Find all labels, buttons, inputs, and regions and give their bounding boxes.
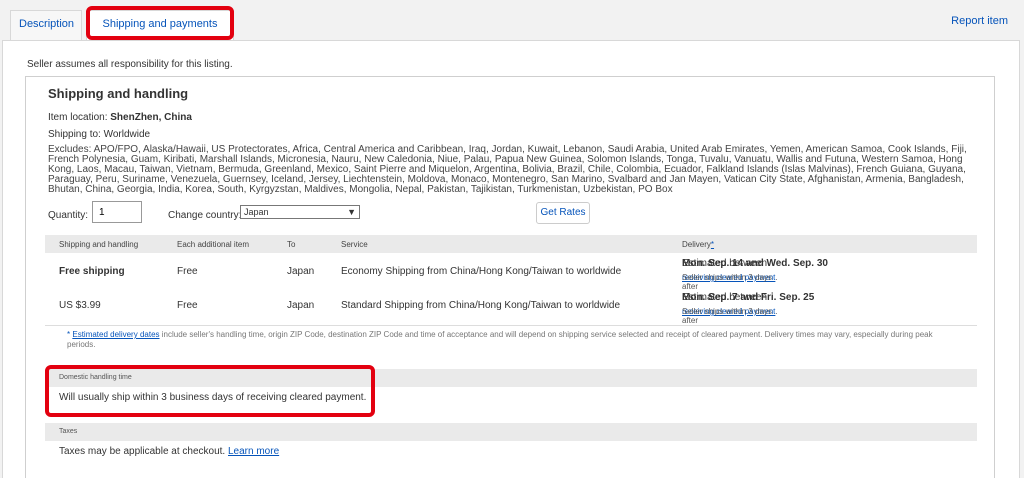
item-location: Item location: ShenZhen, China — [48, 112, 192, 123]
row-to: Japan — [287, 300, 315, 311]
taxes-text: Taxes may be applicable at checkout. Lea… — [45, 441, 977, 461]
shipping-handling-box: Shipping and handling Item location: She… — [25, 76, 995, 478]
header-delivery: Delivery* — [682, 240, 714, 249]
delivery-prefix: Estimated between — [682, 292, 768, 303]
delivery-prefix: Estimated between — [682, 258, 768, 269]
item-location-value: ShenZhen, China — [110, 112, 192, 123]
header-to: To — [287, 240, 296, 249]
note-suffix: . — [775, 273, 778, 282]
taxes-header: Taxes — [45, 423, 977, 441]
get-rates-button[interactable]: Get Rates — [536, 202, 590, 224]
country-select[interactable]: Japan ▼ — [240, 205, 360, 219]
tab-description[interactable]: Description — [10, 10, 82, 40]
header-service: Service — [341, 240, 368, 249]
footnote-text: include seller's handling time, origin Z… — [67, 330, 933, 349]
highlight-box — [86, 6, 234, 40]
delivery-info-link[interactable]: * — [711, 240, 714, 249]
note-prefix: Seller ships within 3 days after — [682, 307, 772, 325]
ship-to: Shipping to: Worldwide — [48, 129, 151, 140]
item-location-label: Item location: — [48, 112, 108, 123]
report-item-link[interactable]: Report item — [951, 15, 1008, 27]
taxes-section: Taxes Taxes may be applicable at checkou… — [45, 423, 977, 461]
row-delivery: Estimated between Mon. Sep. 14 and Wed. … — [682, 258, 828, 269]
footnote-star: * — [67, 330, 71, 339]
row-cost: US $3.99 — [59, 300, 101, 311]
section-title: Shipping and handling — [48, 86, 189, 101]
row-handling-note: Seller ships within 3 days after receivi… — [682, 273, 778, 291]
quantity-input[interactable] — [92, 201, 142, 223]
note-suffix: . — [775, 307, 778, 316]
table-row: Free shipping Free Japan Economy Shippin… — [45, 253, 977, 291]
row-to: Japan — [287, 266, 315, 277]
chevron-down-icon: ▼ — [347, 207, 356, 217]
row-additional: Free — [177, 266, 198, 277]
learn-more-link[interactable]: Learn more — [228, 446, 279, 457]
estimated-delivery-link[interactable]: Estimated delivery dates — [72, 330, 159, 339]
excluded-regions: Excludes: APO/FPO, Alaska/Hawaii, US Pro… — [48, 144, 967, 195]
shipping-table: Shipping and handling Each additional it… — [45, 235, 977, 325]
change-country-label: Change country: — [168, 210, 242, 221]
row-additional: Free — [177, 300, 198, 311]
quantity-label: Quantity: — [48, 210, 89, 221]
header-shipping-handling: Shipping and handling — [59, 240, 139, 249]
country-select-value: Japan — [244, 207, 269, 217]
row-delivery: Estimated between Mon. Sep. 7 and Fri. S… — [682, 292, 814, 303]
taxes-body: Taxes may be applicable at checkout. — [59, 446, 226, 457]
row-service: Economy Shipping from China/Hong Kong/Ta… — [341, 266, 622, 277]
row-service: Standard Shipping from China/Hong Kong/T… — [341, 300, 621, 311]
tab-bar: Description Shipping and payments Report… — [0, 0, 1024, 40]
delivery-footnote: * Estimated delivery dates include selle… — [45, 325, 977, 350]
row-handling-note: Seller ships within 3 days after receivi… — [682, 307, 778, 325]
header-delivery-label: Delivery — [682, 240, 711, 249]
row-cost: Free shipping — [59, 266, 125, 277]
table-row: US $3.99 Free Japan Standard Shipping fr… — [45, 287, 977, 325]
highlight-box — [45, 365, 375, 417]
seller-responsibility-note: Seller assumes all responsibility for th… — [27, 59, 233, 70]
table-header: Shipping and handling Each additional it… — [45, 235, 977, 253]
header-each-additional: Each additional item — [177, 240, 250, 249]
